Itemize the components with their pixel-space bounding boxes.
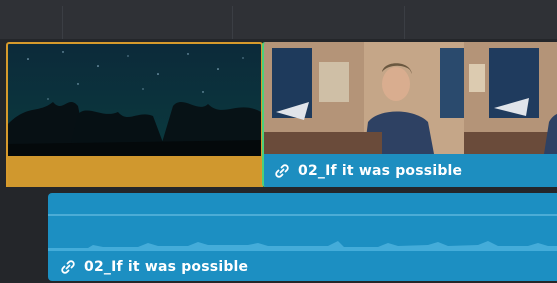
video-clip-02[interactable]: 02_If it was possible	[262, 42, 557, 187]
clip-name: 02_If it was possible	[84, 259, 249, 275]
clip-label: 02_If it was possible	[274, 163, 462, 179]
ruler-tick	[404, 6, 405, 39]
clip-thumbnail-night-sky	[8, 44, 261, 156]
ruler-tick	[62, 6, 63, 39]
timeline-ruler[interactable]	[0, 0, 557, 40]
audio-clip-02[interactable]: 02_If it was possible	[48, 193, 557, 281]
ruler-tick	[232, 6, 233, 39]
link-icon	[275, 164, 289, 178]
clip-name: 02_If it was possible	[298, 163, 463, 179]
clip-label: 02_If it was possible	[60, 259, 248, 275]
video-clip-night-sky[interactable]	[6, 42, 263, 191]
clip-thumbnails-interview	[264, 42, 557, 154]
link-icon	[61, 260, 75, 274]
